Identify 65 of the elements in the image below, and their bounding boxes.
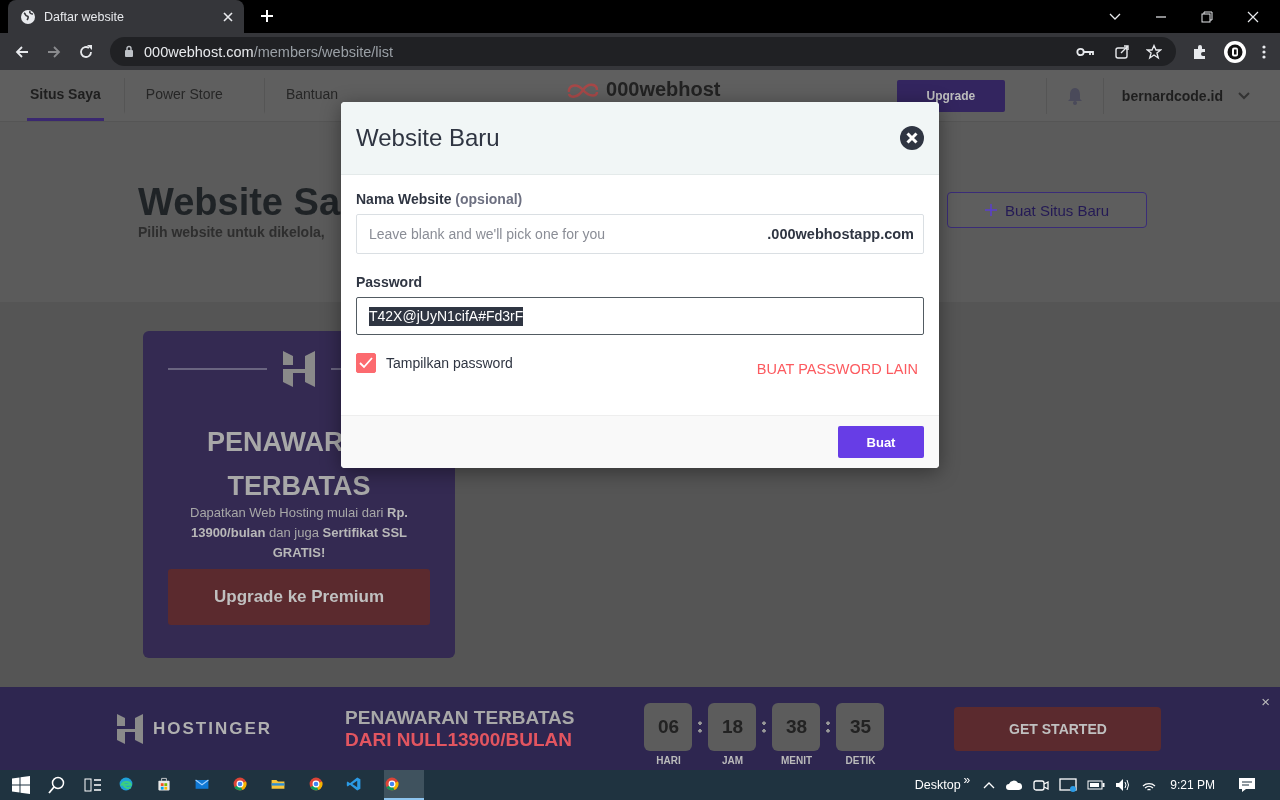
field-label: Nama Website (opsional) (356, 191, 524, 207)
clock-time[interactable]: 9:21 PM (1170, 778, 1215, 792)
countdown-unit: JAM (721, 755, 744, 766)
reload-icon[interactable] (78, 43, 94, 60)
password-field[interactable]: T42X@jUyN1cifA#Fd3rF (356, 297, 924, 335)
menu-icon[interactable] (1262, 43, 1266, 60)
cloud-icon[interactable] (1005, 779, 1024, 791)
more-toolbars-chevron[interactable]: » (963, 773, 971, 787)
search-icon[interactable] (48, 776, 66, 794)
key-icon[interactable] (1076, 45, 1094, 58)
windows-start-icon[interactable] (12, 776, 30, 794)
promo-heading: PENAWAR (207, 427, 344, 457)
close-icon[interactable] (900, 126, 924, 150)
close-icon[interactable] (222, 10, 234, 23)
camera-icon[interactable] (1033, 777, 1050, 793)
profile-avatar-icon[interactable] (1224, 40, 1246, 63)
countdown-unit: HARI (656, 755, 681, 766)
checkbox-label: Tampilkan password (386, 355, 513, 371)
promo-description: Dapatkan Web Hosting mulai dari Rp. 13900/bulan dan juga Sertifikat SSL GRATIS! (189, 504, 409, 562)
url-text: 000webhost.com/members/website/list (144, 43, 394, 60)
password-value: T42X@jUyN1cifA#Fd3rF (369, 306, 524, 326)
countdown-value: 06 (644, 703, 693, 751)
countdown-value: 18 (708, 703, 757, 751)
offer-title: PENAWARAN TERBATAS (345, 706, 575, 729)
brand-name: HOSTINGER (153, 718, 273, 739)
tab-title: Daftar website (44, 9, 125, 24)
domain-suffix: .000webhostapp.com (767, 226, 914, 242)
countdown-value: 38 (772, 703, 821, 751)
lock-icon (124, 45, 134, 58)
task-view-icon[interactable] (84, 777, 102, 793)
hostinger-logo-icon (117, 713, 143, 744)
battery-icon[interactable] (1087, 780, 1106, 790)
checkbox[interactable] (356, 353, 376, 373)
plus-icon (984, 204, 997, 216)
page-title: Website Sa (138, 180, 341, 224)
volume-icon[interactable] (1115, 778, 1132, 792)
puzzle-icon[interactable] (1192, 43, 1208, 60)
new-tab-icon[interactable] (260, 9, 274, 23)
close-button[interactable]: × (1261, 693, 1270, 710)
offer-subtitle: DARI NULL13900/BULAN (345, 728, 574, 751)
create-button[interactable]: Buat (838, 426, 924, 458)
close-icon[interactable] (1246, 9, 1260, 24)
logo-text: 000webhost (606, 78, 721, 100)
get-started-button[interactable]: GET STARTED (954, 706, 1162, 751)
back-icon[interactable] (14, 43, 30, 60)
countdown-unit: DETIK (845, 755, 876, 766)
restore-icon[interactable] (1200, 9, 1214, 24)
upgrade-premium-button[interactable]: Upgrade ke Premium (168, 569, 430, 625)
display-icon[interactable] (1059, 777, 1078, 793)
notification-icon[interactable] (1238, 777, 1256, 793)
star-icon[interactable] (1146, 43, 1162, 60)
chevron-up-icon[interactable] (983, 781, 996, 789)
share-icon[interactable] (1114, 43, 1130, 60)
browser-tab[interactable]: Daftar website (8, 0, 244, 33)
countdown-value: 35 (836, 703, 885, 751)
desktop-toolbar-label[interactable]: Desktop (914, 778, 961, 792)
field-label: Password (356, 274, 424, 290)
globe-icon (20, 8, 36, 25)
forward-icon[interactable] (46, 43, 62, 60)
dialog-title: Website Baru (356, 124, 500, 152)
address-field[interactable]: 000webhost.com/members/website/list (110, 37, 1176, 66)
hostinger-logo-icon (283, 351, 315, 387)
countdown-unit: MENIT (780, 755, 813, 766)
promo-heading: TERBATAS (227, 471, 371, 501)
upgrade-button[interactable]: Upgrade (896, 79, 1005, 112)
